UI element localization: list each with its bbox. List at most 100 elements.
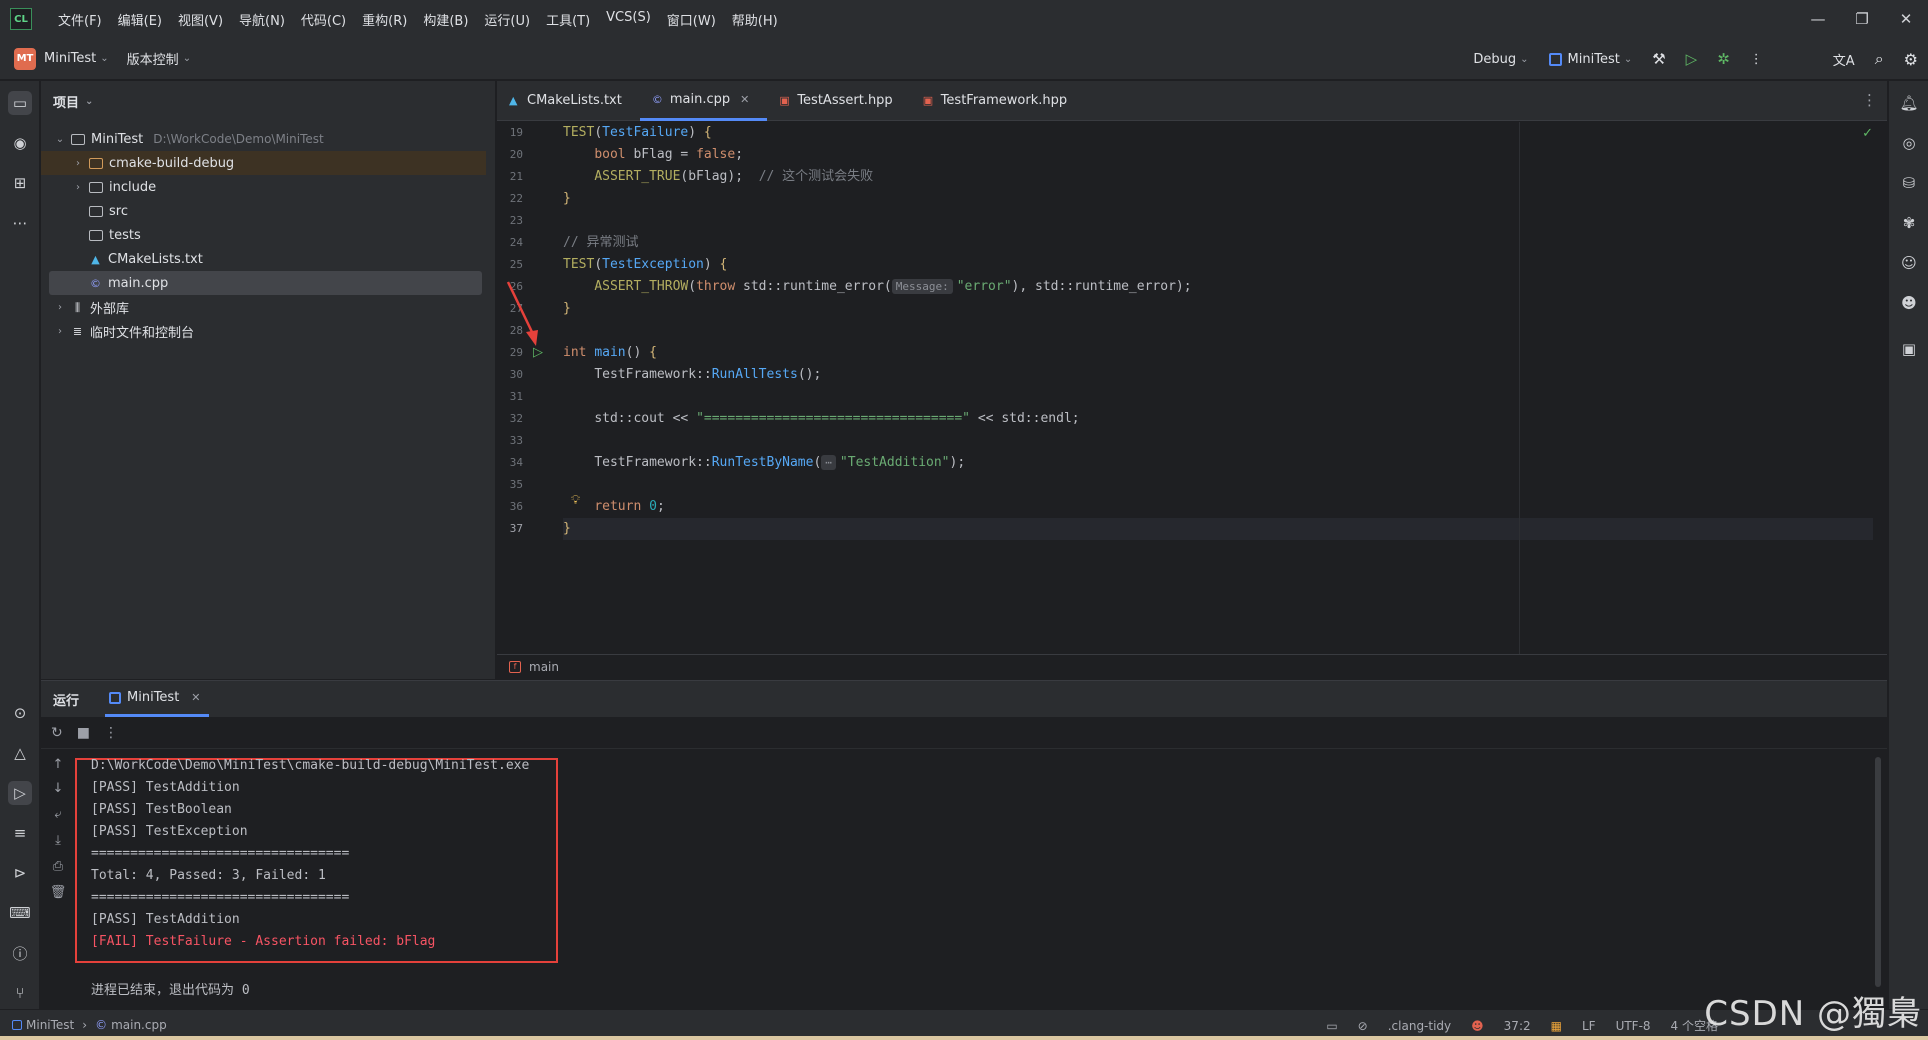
tab-testassert[interactable]: ▣ TestAssert.hpp xyxy=(767,81,910,121)
project-switcher[interactable]: MiniTest xyxy=(44,51,96,66)
inspection-ok-icon[interactable]: ✓ xyxy=(1862,126,1873,141)
arrow-down-icon[interactable]: ↓ xyxy=(49,781,67,796)
tree-item-src[interactable]: src xyxy=(41,199,486,223)
menu-tools[interactable]: 工具(T) xyxy=(538,10,598,29)
folder-icon[interactable]: ▭ xyxy=(1326,1019,1337,1033)
menu-help[interactable]: 帮助(H) xyxy=(724,10,786,29)
project-badge[interactable]: MT xyxy=(14,47,36,70)
chevron-down-icon: ⌄ xyxy=(1520,53,1529,65)
more-actions-button[interactable]: ⋮ xyxy=(1750,52,1763,67)
menu-file[interactable]: 文件(F) xyxy=(50,10,110,29)
line-number: 24 xyxy=(509,236,523,249)
menu-build[interactable]: 构建(B) xyxy=(415,10,476,29)
build-config-selector[interactable]: Debug ⌄ xyxy=(1473,52,1528,67)
tab-label: TestFramework.hpp xyxy=(940,93,1068,108)
commit-tool-icon[interactable]: ◉ xyxy=(8,131,32,155)
debug-tool-icon[interactable]: ⊳ xyxy=(8,861,32,885)
tree-item-main-cpp[interactable]: © main.cpp xyxy=(49,271,482,295)
cmake-file-icon: ▲ xyxy=(509,94,518,107)
status-encoding[interactable]: UTF-8 xyxy=(1616,1019,1651,1033)
database-icon[interactable]: ⛁ xyxy=(1897,171,1921,195)
status-position[interactable]: 37:2 xyxy=(1504,1019,1531,1033)
copilot-icon[interactable]: ☺ xyxy=(1897,251,1921,275)
services-tool-icon[interactable]: ⊙ xyxy=(8,701,32,725)
console-output[interactable]: D:\WorkCode\Demo\MiniTest\cmake-build-de… xyxy=(91,755,529,953)
menu-window[interactable]: 窗口(W) xyxy=(659,10,724,29)
cmake-tool-icon[interactable]: △ xyxy=(8,741,32,765)
trash-icon[interactable]: 🗑︎ xyxy=(49,885,67,900)
print-icon[interactable]: ⎙ xyxy=(49,859,67,874)
tree-item-external-libs[interactable]: › ⫼ 外部库 xyxy=(41,295,486,319)
tree-item-label: CMakeLists.txt xyxy=(108,251,203,267)
cmake-file-icon: ▲ xyxy=(91,252,100,266)
status-file[interactable]: main.cpp xyxy=(111,1018,167,1032)
debug-button[interactable]: ✲ xyxy=(1717,50,1730,68)
main-toolbar: MT MiniTest ⌄ 版本控制 ⌄ Debug ⌄ MiniTest ⌄ … xyxy=(0,38,1928,80)
copilot-status-icon[interactable]: ☻ xyxy=(1471,1019,1484,1033)
translate-button[interactable]: 文A xyxy=(1833,50,1855,69)
close-icon[interactable]: ✕ xyxy=(740,93,749,106)
parameter-hint: ⋯ xyxy=(821,455,836,470)
no-inspection-icon[interactable]: ⊘ xyxy=(1358,1019,1368,1033)
menu-refactor[interactable]: 重构(R) xyxy=(354,10,415,29)
copilot-chat-icon[interactable]: ☻ xyxy=(1897,291,1921,315)
problems-tool-icon[interactable]: ⓘ xyxy=(8,941,32,965)
run-panel-header: 运行 MiniTest ✕ xyxy=(41,681,1887,717)
maximize-button[interactable]: ❐ xyxy=(1840,0,1884,38)
menu-edit[interactable]: 编辑(E) xyxy=(110,10,170,29)
minimize-button[interactable]: — xyxy=(1796,0,1840,38)
menu-view[interactable]: 视图(V) xyxy=(170,10,231,29)
status-linter[interactable]: .clang-tidy xyxy=(1388,1019,1451,1033)
code-editor[interactable]: 19 20 21 22 23 24 25 26 27 28 29 30 31 3… xyxy=(497,122,1887,654)
plugin-icon[interactable]: ✾ xyxy=(1897,211,1921,235)
more-tools-icon[interactable]: ⋯ xyxy=(8,211,32,235)
ai-assistant-icon[interactable]: ◎ xyxy=(1897,131,1921,155)
tree-item-cmake-build-debug[interactable]: › cmake-build-debug xyxy=(41,151,486,175)
menu-run[interactable]: 运行(U) xyxy=(476,10,538,29)
lightbulb-icon[interactable]: 💡︎ xyxy=(571,490,580,512)
menu-navigate[interactable]: 导航(N) xyxy=(231,10,293,29)
tab-cmakelists[interactable]: ▲ CMakeLists.txt xyxy=(497,81,640,121)
tree-item-include[interactable]: › include xyxy=(41,175,486,199)
status-project[interactable]: MiniTest xyxy=(26,1018,74,1032)
soft-wrap-icon[interactable]: ⤶ xyxy=(49,807,67,822)
arrow-up-icon[interactable]: ↑ xyxy=(49,757,67,772)
tree-item-tests[interactable]: tests xyxy=(41,223,486,247)
search-button[interactable]: ⌕ xyxy=(1875,49,1884,69)
run-tool-icon[interactable]: ▷ xyxy=(8,781,32,805)
notifications-icon[interactable]: 🔔︎ xyxy=(1897,91,1921,115)
breadcrumb-function[interactable]: main xyxy=(529,660,559,674)
tree-item-scratches[interactable]: › ≣ 临时文件和控制台 xyxy=(41,319,486,343)
structure-tool-icon[interactable]: ⊞ xyxy=(8,171,32,195)
console-line: Total: 4, Passed: 3, Failed: 1 xyxy=(91,868,326,883)
close-button[interactable]: ✕ xyxy=(1884,0,1928,38)
more-vertical-icon[interactable]: ⋮ xyxy=(1862,91,1877,109)
bookmarks-icon[interactable]: ▣ xyxy=(1897,337,1921,361)
tab-testframework[interactable]: ▣ TestFramework.hpp xyxy=(911,81,1085,121)
tree-item-label: 临时文件和控制台 xyxy=(90,325,195,341)
menu-code[interactable]: 代码(C) xyxy=(293,10,354,29)
tree-root[interactable]: ⌄ MiniTest D:\WorkCode\Demo\MiniTest xyxy=(41,127,486,151)
stop-icon[interactable]: ■ xyxy=(77,725,90,741)
settings-button[interactable]: ⚙ xyxy=(1904,50,1918,69)
messages-tool-icon[interactable]: ≡ xyxy=(8,821,32,845)
vcs-menu[interactable]: 版本控制 xyxy=(127,49,179,68)
git-tool-icon[interactable]: ⑂ xyxy=(8,981,32,1005)
run-button[interactable]: ▷ xyxy=(1686,50,1698,68)
tree-item-cmakelists[interactable]: ▲ CMakeLists.txt xyxy=(41,247,486,271)
run-tab-minitest[interactable]: MiniTest ✕ xyxy=(105,681,209,717)
more-vertical-icon[interactable]: ⋮ xyxy=(104,725,118,741)
status-line-separator[interactable]: LF xyxy=(1582,1019,1596,1033)
code-breadcrumb: f main xyxy=(497,654,1887,679)
terminal-tool-icon[interactable]: ⌨ xyxy=(8,901,32,925)
project-panel-header[interactable]: 项目 ⌄ xyxy=(41,81,495,121)
rerun-icon[interactable]: ↻ xyxy=(51,725,63,741)
scroll-to-end-icon[interactable]: ⤓ xyxy=(49,833,67,848)
tab-main-cpp[interactable]: © main.cpp ✕ xyxy=(639,81,768,121)
menu-vcs[interactable]: VCS(S) xyxy=(598,10,659,29)
build-button[interactable]: ⚒ xyxy=(1652,50,1665,68)
run-target-selector[interactable]: MiniTest ⌄ xyxy=(1548,52,1632,67)
project-tool-icon[interactable]: ▭ xyxy=(8,91,32,115)
console-scrollbar[interactable] xyxy=(1875,757,1881,987)
close-icon[interactable]: ✕ xyxy=(191,691,200,704)
